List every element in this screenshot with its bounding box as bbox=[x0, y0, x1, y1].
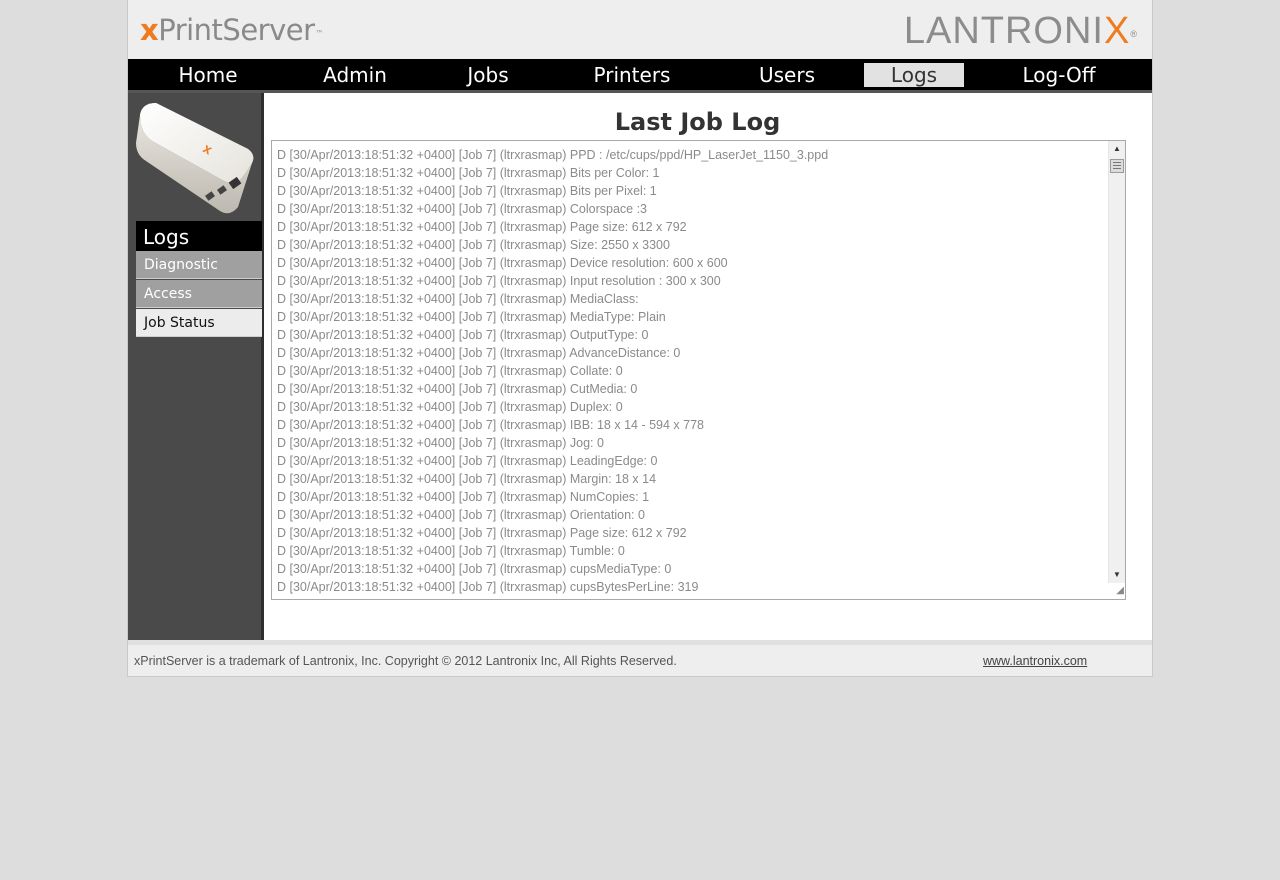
log-line: D [30/Apr/2013:18:51:32 +0400] [Job 7] (… bbox=[277, 364, 623, 378]
top-nav: Home Admin Jobs Printers Users Logs Log-… bbox=[128, 59, 1152, 93]
nav-admin[interactable]: Admin bbox=[305, 63, 405, 87]
page-frame: xPrintServer™ LANTRONIX® Home Admin Jobs… bbox=[127, 0, 1153, 677]
nav-users[interactable]: Users bbox=[737, 63, 837, 87]
nav-printers[interactable]: Printers bbox=[582, 63, 682, 87]
xprintserver-logo: xPrintServer™ bbox=[140, 13, 324, 47]
logo-tm: ™ bbox=[315, 29, 324, 38]
vendor-logo-reg: ® bbox=[1130, 29, 1138, 39]
device-image: x bbox=[132, 97, 258, 215]
scroll-up-icon[interactable]: ▲ bbox=[1109, 141, 1125, 157]
logo-x: x bbox=[140, 13, 159, 47]
sidebar-heading: Logs bbox=[136, 221, 262, 251]
nav-jobs[interactable]: Jobs bbox=[438, 63, 538, 87]
log-line: D [30/Apr/2013:18:51:32 +0400] [Job 7] (… bbox=[277, 490, 650, 504]
footer: xPrintServer is a trademark of Lantronix… bbox=[128, 640, 1152, 676]
nav-log-off[interactable]: Log-Off bbox=[1009, 63, 1109, 87]
log-line: D [30/Apr/2013:18:51:32 +0400] [Job 7] (… bbox=[277, 328, 649, 342]
log-line: D [30/Apr/2013:18:51:32 +0400] [Job 7] (… bbox=[277, 580, 699, 594]
vertical-scrollbar[interactable]: ▲ ▼ bbox=[1108, 141, 1125, 583]
log-line: D [30/Apr/2013:18:51:32 +0400] [Job 7] (… bbox=[277, 544, 625, 558]
sidebar-item-diagnostic[interactable]: Diagnostic bbox=[136, 251, 262, 279]
log-line: D [30/Apr/2013:18:51:32 +0400] [Job 7] (… bbox=[277, 472, 657, 486]
lantronix-logo: LANTRONIX® bbox=[904, 10, 1138, 52]
log-line: D [30/Apr/2013:18:51:32 +0400] [Job 7] (… bbox=[277, 418, 704, 432]
log-line: D [30/Apr/2013:18:51:32 +0400] [Job 7] (… bbox=[277, 400, 623, 414]
resize-grip-icon[interactable]: ◢ bbox=[1110, 584, 1124, 598]
vendor-logo-main: LANTRONI bbox=[903, 10, 1104, 52]
log-line: D [30/Apr/2013:18:51:32 +0400] [Job 7] (… bbox=[277, 184, 657, 198]
nav-logs[interactable]: Logs bbox=[864, 63, 964, 87]
nav-home[interactable]: Home bbox=[158, 63, 258, 87]
scroll-down-icon[interactable]: ▼ bbox=[1109, 567, 1125, 583]
log-line: D [30/Apr/2013:18:51:32 +0400] [Job 7] (… bbox=[277, 202, 648, 216]
vendor-logo-x: X bbox=[1104, 10, 1131, 52]
scroll-thumb[interactable] bbox=[1110, 159, 1124, 173]
log-line: D [30/Apr/2013:18:51:32 +0400] [Job 7] (… bbox=[277, 346, 681, 360]
log-line: D [30/Apr/2013:18:51:32 +0400] [Job 7] (… bbox=[277, 310, 666, 324]
log-line: D [30/Apr/2013:18:51:32 +0400] [Job 7] (… bbox=[277, 562, 672, 576]
log-lines: D [30/Apr/2013:18:51:32 +0400] [Job 7] (… bbox=[277, 146, 1107, 596]
header: xPrintServer™ LANTRONIX® bbox=[128, 0, 1152, 59]
log-line: D [30/Apr/2013:18:51:32 +0400] [Job 7] (… bbox=[277, 292, 639, 306]
copyright-text: xPrintServer is a trademark of Lantronix… bbox=[134, 654, 677, 668]
log-line: D [30/Apr/2013:18:51:32 +0400] [Job 7] (… bbox=[277, 238, 670, 252]
log-line: D [30/Apr/2013:18:51:32 +0400] [Job 7] (… bbox=[277, 256, 728, 270]
log-line: D [30/Apr/2013:18:51:32 +0400] [Job 7] (… bbox=[277, 220, 687, 234]
sidebar: x Logs Diagnostic Access Job Status bbox=[128, 93, 264, 640]
log-line: D [30/Apr/2013:18:51:32 +0400] [Job 7] (… bbox=[277, 508, 645, 522]
log-line: D [30/Apr/2013:18:51:32 +0400] [Job 7] (… bbox=[277, 148, 829, 162]
sidebar-item-job-status[interactable]: Job Status bbox=[136, 309, 262, 337]
page-title: Last Job Log bbox=[614, 108, 781, 136]
sidebar-item-access[interactable]: Access bbox=[136, 280, 262, 308]
log-line: D [30/Apr/2013:18:51:32 +0400] [Job 7] (… bbox=[277, 166, 660, 180]
log-line: D [30/Apr/2013:18:51:32 +0400] [Job 7] (… bbox=[277, 274, 721, 288]
log-line: D [30/Apr/2013:18:51:32 +0400] [Job 7] (… bbox=[277, 526, 687, 540]
vendor-link[interactable]: www.lantronix.com bbox=[983, 654, 1087, 668]
log-line: D [30/Apr/2013:18:51:32 +0400] [Job 7] (… bbox=[277, 454, 658, 468]
log-textarea[interactable]: D [30/Apr/2013:18:51:32 +0400] [Job 7] (… bbox=[271, 140, 1126, 600]
log-line: D [30/Apr/2013:18:51:32 +0400] [Job 7] (… bbox=[277, 382, 638, 396]
logo-name: PrintServer bbox=[158, 13, 315, 47]
log-line: D [30/Apr/2013:18:51:32 +0400] [Job 7] (… bbox=[277, 436, 604, 450]
